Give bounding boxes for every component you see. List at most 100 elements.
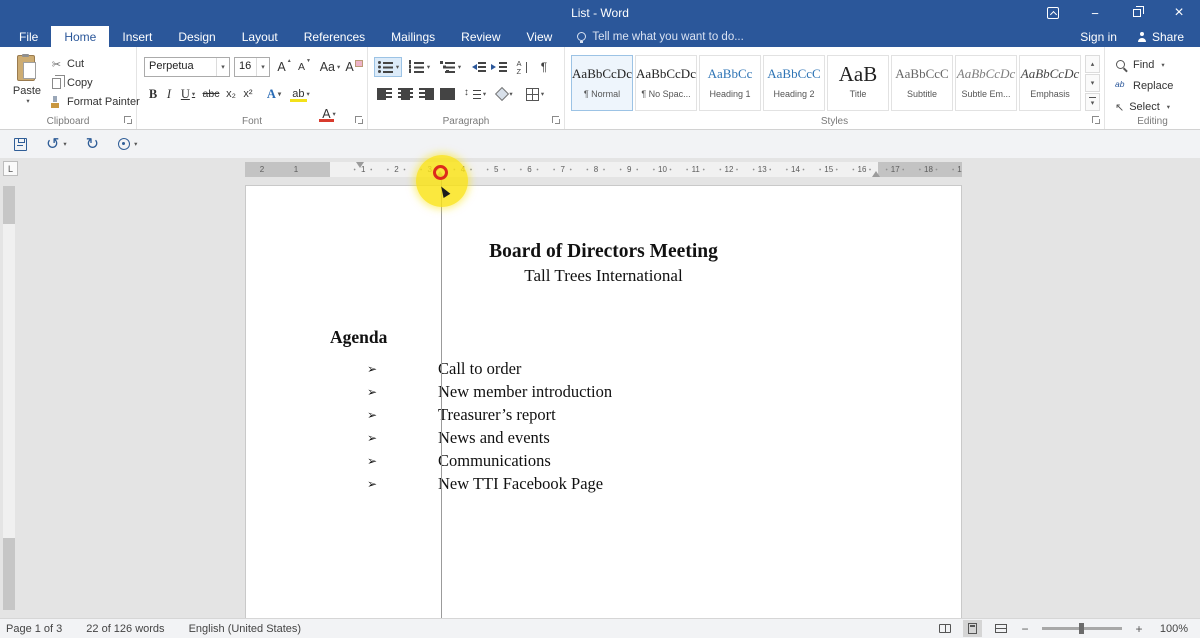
bullets-button[interactable] — [374, 57, 402, 77]
replace-button[interactable]: Replace — [1115, 77, 1173, 95]
font-size-dropdown-icon[interactable] — [256, 58, 269, 76]
change-case-button[interactable]: Aa — [318, 57, 342, 77]
style-emphasis[interactable]: AaBbCcDc Emphasis — [1019, 55, 1081, 111]
ribbon-display-options-button[interactable] — [1032, 0, 1074, 26]
shrink-font-button[interactable]: A — [295, 57, 313, 77]
word-count[interactable]: 22 of 126 words — [86, 623, 164, 635]
bullet-arrow-icon: ➢ — [367, 362, 378, 376]
borders-button[interactable] — [521, 84, 549, 104]
print-layout-button[interactable] — [963, 620, 982, 637]
mouse-cursor-icon — [435, 181, 451, 198]
paste-button[interactable]: Paste — [6, 53, 48, 119]
style-title[interactable]: AaB Title — [827, 55, 889, 111]
styles-scroll-up-button[interactable] — [1085, 55, 1100, 73]
tab-stop-selector[interactable]: L — [3, 161, 18, 176]
clipboard-dialog-launcher[interactable] — [124, 116, 133, 125]
tab-view[interactable]: View — [514, 26, 566, 47]
tab-file[interactable]: File — [6, 26, 51, 47]
style-normal[interactable]: AaBbCcDc ¶ Normal — [571, 55, 633, 111]
align-left-button[interactable] — [374, 84, 394, 104]
tab-mailings[interactable]: Mailings — [378, 26, 448, 47]
style-subtle-emphasis[interactable]: AaBbCcDc Subtle Em... — [955, 55, 1017, 111]
language-indicator[interactable]: English (United States) — [189, 623, 302, 635]
copy-icon — [52, 74, 65, 89]
bullet-arrow-icon: ➢ — [367, 408, 378, 422]
clear-formatting-button[interactable]: A — [344, 57, 364, 77]
style-heading-1[interactable]: AaBbCc Heading 1 — [699, 55, 761, 111]
align-left-icon — [376, 88, 392, 100]
sign-in-link[interactable]: Sign in — [1080, 30, 1117, 44]
subscript-button[interactable]: x₂ — [223, 84, 239, 104]
zoom-level[interactable]: 100% — [1154, 623, 1188, 635]
horizontal-ruler[interactable]: 2 1 12345678910111213141516171819 — [245, 162, 962, 177]
redo-button[interactable]: ↻ — [86, 134, 99, 154]
style-no-spacing[interactable]: AaBbCcDc ¶ No Spac... — [635, 55, 697, 111]
styles-scroll-down-button[interactable] — [1085, 74, 1100, 92]
replace-icon — [1115, 79, 1128, 92]
style-subtitle[interactable]: AaBbCcC Subtitle — [891, 55, 953, 111]
restore-button[interactable] — [1116, 0, 1158, 26]
touch-mouse-mode-button[interactable] — [118, 138, 137, 150]
first-line-indent-marker[interactable] — [356, 162, 364, 168]
format-painter-button[interactable]: Format Painter — [50, 94, 140, 110]
zoom-slider[interactable] — [1042, 623, 1122, 634]
text-highlight-color-button[interactable]: ab — [288, 84, 314, 104]
undo-button[interactable]: ↺ — [46, 134, 67, 154]
zoom-in-button[interactable]: + — [1133, 622, 1145, 636]
justify-button[interactable] — [437, 84, 457, 104]
right-indent-marker[interactable] — [872, 171, 880, 177]
sort-button[interactable] — [512, 57, 532, 77]
styles-dialog-launcher[interactable] — [1092, 116, 1101, 125]
superscript-button[interactable]: x² — [240, 84, 256, 104]
numbering-button[interactable] — [405, 57, 433, 77]
tab-references[interactable]: References — [291, 26, 378, 47]
copy-button[interactable]: Copy — [50, 74, 140, 91]
paragraph-dialog-launcher[interactable] — [552, 116, 561, 125]
zoom-out-button[interactable]: − — [1019, 622, 1031, 636]
format-painter-icon — [50, 96, 61, 108]
web-layout-button[interactable] — [991, 620, 1010, 637]
grow-font-button[interactable]: A — [275, 57, 293, 77]
clipboard-group-label: Clipboard — [46, 116, 90, 127]
find-button[interactable]: Find — [1115, 56, 1165, 74]
multilevel-list-button[interactable] — [436, 57, 464, 77]
tab-insert[interactable]: Insert — [109, 26, 165, 47]
save-button[interactable] — [14, 137, 27, 151]
text-effects-button[interactable]: A — [263, 84, 285, 104]
font-dialog-launcher[interactable] — [355, 116, 364, 125]
cut-label: Cut — [67, 58, 85, 70]
font-size-combo[interactable]: 16 — [234, 57, 270, 77]
align-right-button[interactable] — [416, 84, 436, 104]
font-name-dropdown-icon[interactable] — [216, 58, 229, 76]
share-button[interactable]: Share — [1137, 30, 1184, 44]
tab-design[interactable]: Design — [165, 26, 228, 47]
align-center-button[interactable] — [395, 84, 415, 104]
line-spacing-button[interactable] — [461, 84, 489, 104]
strikethrough-button[interactable]: abc — [201, 84, 221, 104]
increase-indent-button[interactable] — [489, 57, 509, 77]
zoom-slider-thumb[interactable] — [1079, 623, 1084, 634]
read-mode-button[interactable] — [935, 620, 954, 637]
cut-button[interactable]: ✂ Cut — [50, 56, 140, 72]
minimize-button[interactable]: − — [1074, 0, 1116, 26]
bold-button[interactable]: B — [145, 84, 161, 104]
select-button[interactable]: Select — [1115, 98, 1170, 116]
underline-button[interactable]: U — [177, 84, 199, 104]
tab-layout[interactable]: Layout — [229, 26, 291, 47]
paragraph-group-label: Paragraph — [442, 116, 490, 127]
tab-home[interactable]: Home — [51, 26, 110, 47]
italic-button[interactable]: I — [162, 84, 176, 104]
page-indicator[interactable]: Page 1 of 3 — [6, 623, 62, 635]
document-page[interactable]: Board of Directors Meeting Tall Trees In… — [245, 185, 962, 618]
tell-me-box[interactable]: Tell me what you want to do... — [577, 26, 744, 47]
vertical-ruler[interactable] — [3, 186, 15, 610]
tab-review[interactable]: Review — [448, 26, 513, 47]
style-heading-2[interactable]: AaBbCcC Heading 2 — [763, 55, 825, 111]
styles-more-button[interactable] — [1085, 93, 1100, 111]
font-name-combo[interactable]: Perpetua — [144, 57, 230, 77]
shading-button[interactable] — [492, 84, 518, 104]
close-button[interactable]: × — [1158, 0, 1200, 26]
decrease-indent-button[interactable] — [468, 57, 488, 77]
list-item: ➢ New member introduction — [367, 382, 613, 401]
show-paragraph-marks-button[interactable]: ¶ — [534, 57, 554, 77]
